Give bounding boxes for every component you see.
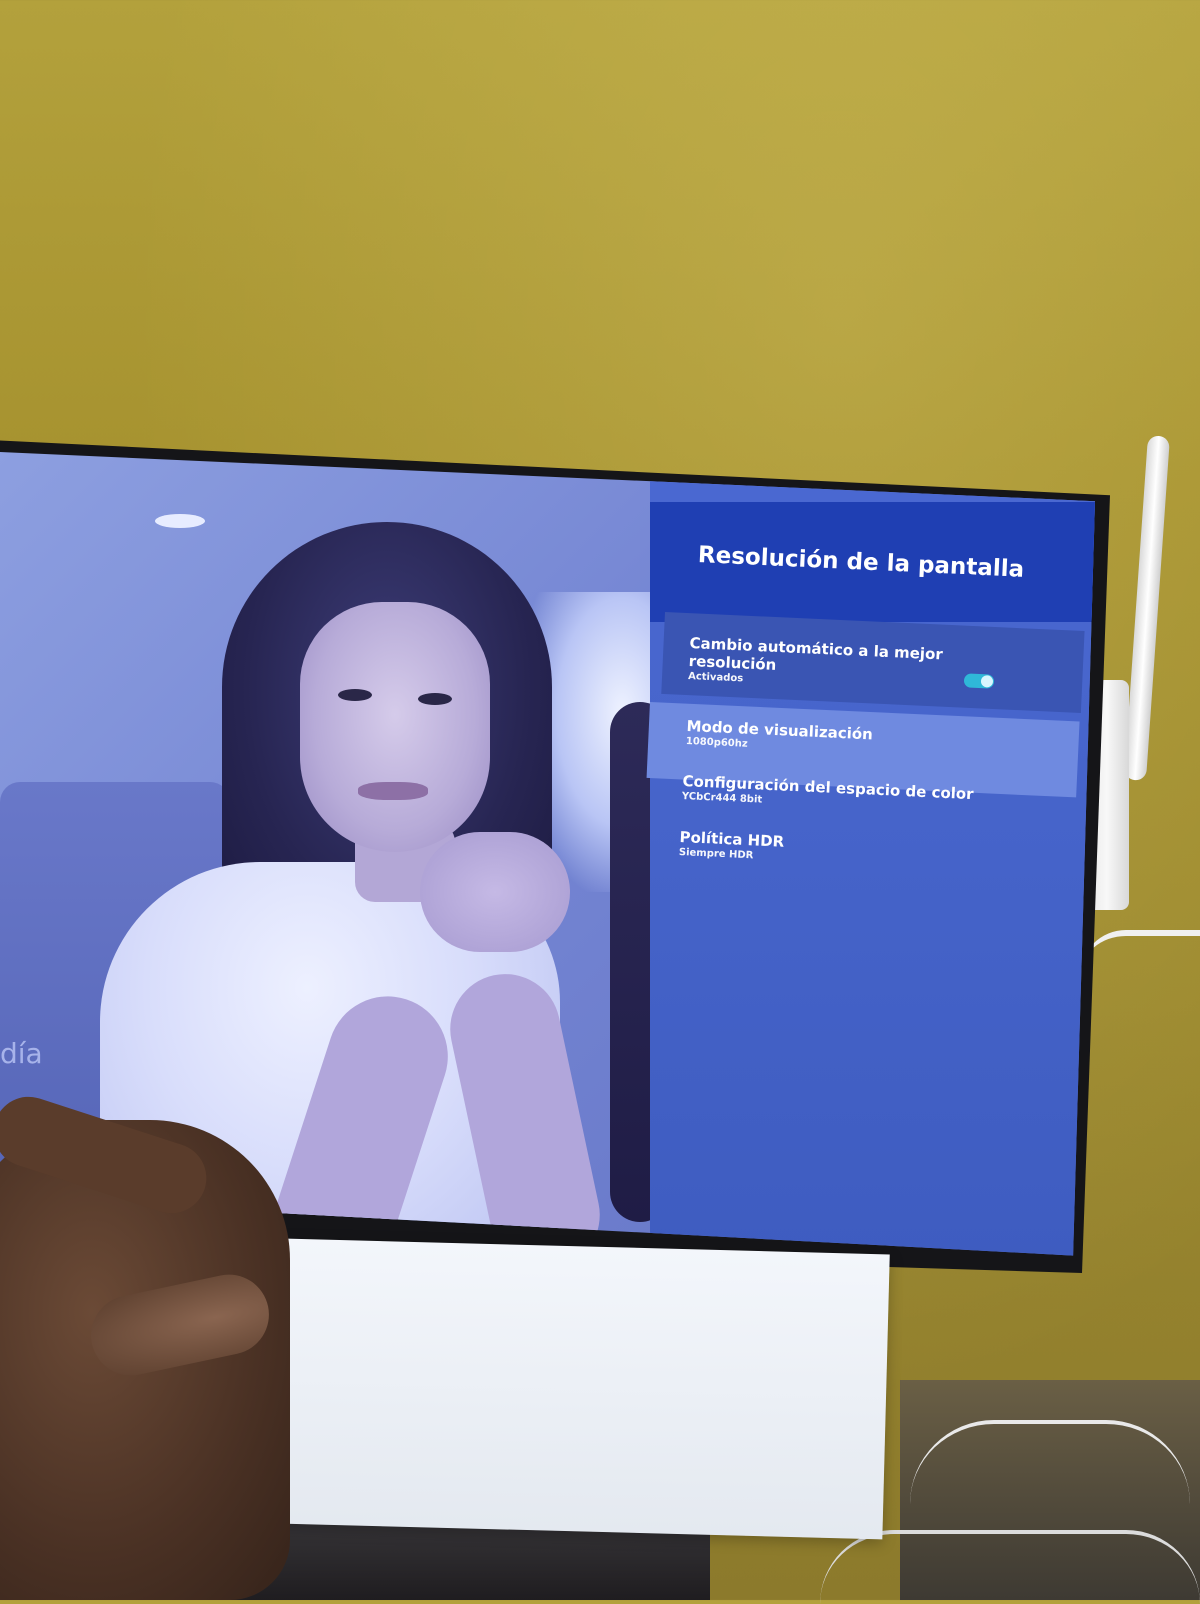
toggle-knob [980,675,994,688]
woman-hands [420,832,570,952]
settings-panel: Resolución de la pantalla Cambio automát… [646,452,1095,1256]
wire [820,1530,1200,1604]
woman-eye [338,689,372,701]
wire [910,1420,1190,1504]
auto-resolution-toggle[interactable] [963,673,995,689]
woman-eye [418,693,452,705]
ceiling-light [155,514,205,528]
woman-lips [358,782,428,800]
woman-face [300,602,490,852]
partial-caption: día [0,1037,43,1070]
setting-hdr-policy[interactable]: Política HDR Siempre HDR [679,828,880,868]
